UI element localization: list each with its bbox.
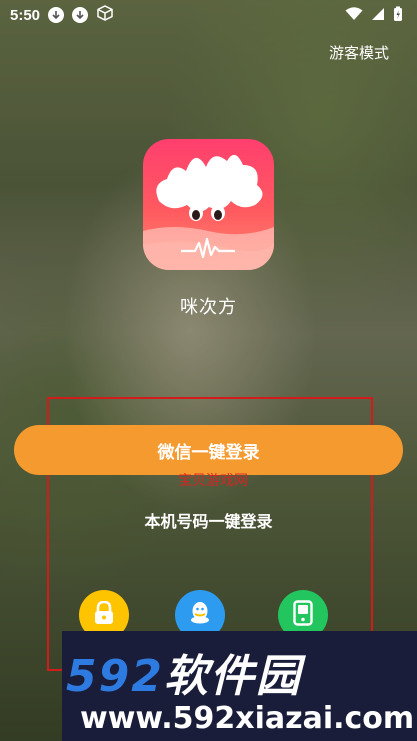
phone-quick-login-link[interactable]: 本机号码一键登录 [0, 508, 417, 532]
lock-icon [93, 600, 115, 630]
watermark-text: 宝贝游戏网 [178, 473, 248, 489]
app-name: 咪次方 [180, 297, 237, 317]
battery-icon [393, 6, 403, 26]
status-bar: 5:50 [0, 0, 417, 30]
banner-digits: 592 [66, 651, 164, 702]
qq-icon [188, 600, 212, 631]
status-time: 5:50 [10, 6, 41, 24]
wifi-icon [345, 7, 363, 25]
wechat-login-button[interactable]: 微信一键登录 [14, 425, 403, 475]
download-icon [48, 7, 65, 23]
signal-icon [371, 7, 385, 25]
guest-mode-link[interactable]: 游客模式 [329, 42, 389, 63]
banner-title-text: 软件园 [163, 651, 302, 702]
app-logo-icon [143, 139, 274, 270]
banner-title: 592软件园 [66, 640, 302, 704]
phone-icon [293, 599, 313, 631]
package-icon [96, 4, 114, 26]
download-icon-2 [72, 7, 89, 23]
banner-url: www.592xiazai.com [80, 701, 415, 736]
